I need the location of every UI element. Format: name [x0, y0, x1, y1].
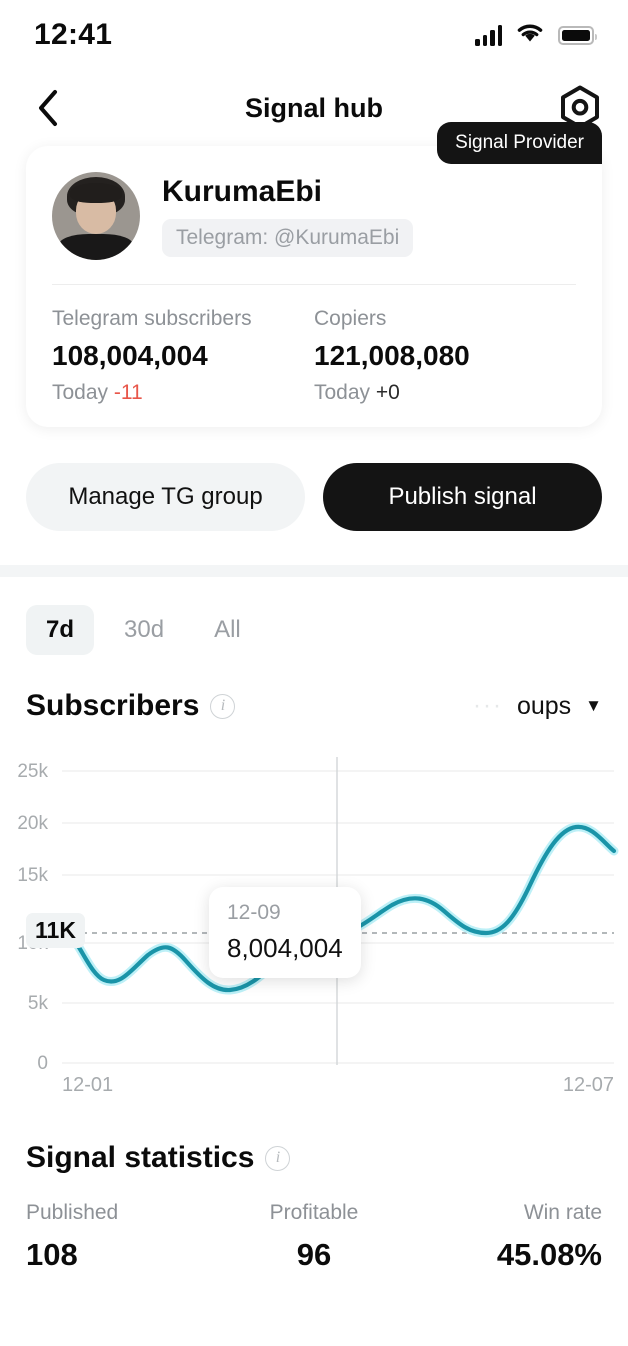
stat-value: 96 [296, 1237, 332, 1272]
y-tick-25k: 25k [17, 761, 48, 782]
stat-published: Published 108 [26, 1201, 218, 1273]
stat-copiers: Copiers 121,008,080 Today +0 [314, 307, 576, 405]
tab-7d[interactable]: 7d [26, 605, 95, 655]
telegram-handle-chip[interactable]: Telegram: @KurumaEbi [162, 219, 414, 257]
publish-signal-button[interactable]: Publish signal [323, 463, 602, 531]
status-badge: Signal Provider [437, 122, 602, 164]
stat-today-prefix: Today [314, 381, 371, 404]
stat-telegram-subscribers: Telegram subscribers 108,004,004 Today -… [52, 307, 314, 405]
y-tick-20k: 20k [17, 813, 48, 834]
battery-full-icon [558, 25, 597, 45]
group-filter-dropdown[interactable]: ··· oups ▼ [473, 692, 602, 721]
profile-card: Signal Provider KurumaEbi Telegram: @Kur… [26, 122, 602, 427]
signal-statistics-header: Signal statistics i [0, 1097, 628, 1175]
cellular-bars-icon [475, 24, 502, 46]
stat-today-prefix: Today [52, 381, 109, 404]
signal-statistics-title: Signal statistics [26, 1141, 255, 1174]
profile-card-wrapper: Signal Provider KurumaEbi Telegram: @Kur… [0, 122, 628, 427]
chevron-down-icon: ▼ [585, 696, 602, 715]
group-filter-ghost-text: ··· [472, 692, 503, 719]
group-filter-label: oups [516, 691, 572, 720]
tooltip-date: 12-09 [227, 901, 281, 924]
y-tick-15k: 15k [17, 865, 48, 886]
stat-profitable: Profitable 96 [218, 1201, 410, 1273]
stat-label: Published [26, 1201, 119, 1224]
manage-tg-group-button[interactable]: Manage TG group [26, 463, 305, 531]
status-icons [475, 22, 597, 48]
stat-label: Telegram subscribers [52, 307, 252, 330]
y-tick-0: 0 [37, 1053, 48, 1074]
status-bar: 12:41 [0, 0, 628, 70]
stat-value: 121,008,080 [314, 340, 470, 371]
stat-label: Copiers [314, 307, 387, 330]
provider-name: KurumaEbi [162, 175, 323, 208]
chart-tooltip: 12-09 8,004,004 [209, 887, 361, 978]
stat-today-delta: +0 [375, 381, 400, 404]
x-tick-end: 12-07 [563, 1074, 614, 1096]
range-tabs: 7d 30d All [0, 577, 628, 655]
action-buttons: Manage TG group Publish signal [0, 427, 628, 531]
stat-win-rate: Win rate 45.08% [410, 1201, 602, 1273]
tab-30d[interactable]: 30d [104, 605, 184, 655]
page-title: Signal hub [245, 92, 383, 123]
highlight-value-badge: 11K [26, 913, 85, 948]
back-button[interactable] [26, 86, 70, 130]
stat-value: 45.08% [496, 1237, 602, 1272]
profile-stats-row: Telegram subscribers 108,004,004 Today -… [52, 307, 576, 405]
stat-today-delta: -11 [113, 381, 143, 404]
section-separator [0, 565, 628, 577]
tooltip-value: 8,004,004 [227, 933, 343, 963]
wifi-icon [516, 22, 544, 48]
profile-identity: KurumaEbi Telegram: @KurumaEbi [162, 175, 414, 257]
stat-today: Today +0 [314, 381, 576, 405]
card-divider [52, 284, 576, 285]
y-tick-5k: 5k [28, 993, 49, 1014]
subscribers-section-header: Subscribers i ··· oups ▼ [0, 655, 628, 723]
status-time: 12:41 [34, 18, 113, 51]
tab-all[interactable]: All [194, 605, 261, 655]
avatar [52, 172, 140, 260]
stat-label: Win rate [523, 1201, 602, 1224]
stat-value: 108 [26, 1237, 78, 1272]
signal-statistics-row: Published 108 Profitable 96 Win rate 45.… [0, 1175, 628, 1273]
profile-header: KurumaEbi Telegram: @KurumaEbi [52, 172, 576, 260]
stat-value: 108,004,004 [52, 340, 208, 371]
x-tick-start: 12-01 [62, 1074, 113, 1096]
stat-label: Profitable [269, 1201, 359, 1224]
subscribers-title: Subscribers [26, 689, 200, 722]
subscribers-chart[interactable]: 25k 20k 15k 10k 5k 0 12-01 12-07 11K 12-… [0, 747, 628, 1097]
info-circle-icon[interactable]: i [265, 1145, 291, 1171]
info-circle-icon[interactable]: i [210, 693, 236, 719]
stat-today: Today -11 [52, 381, 314, 405]
